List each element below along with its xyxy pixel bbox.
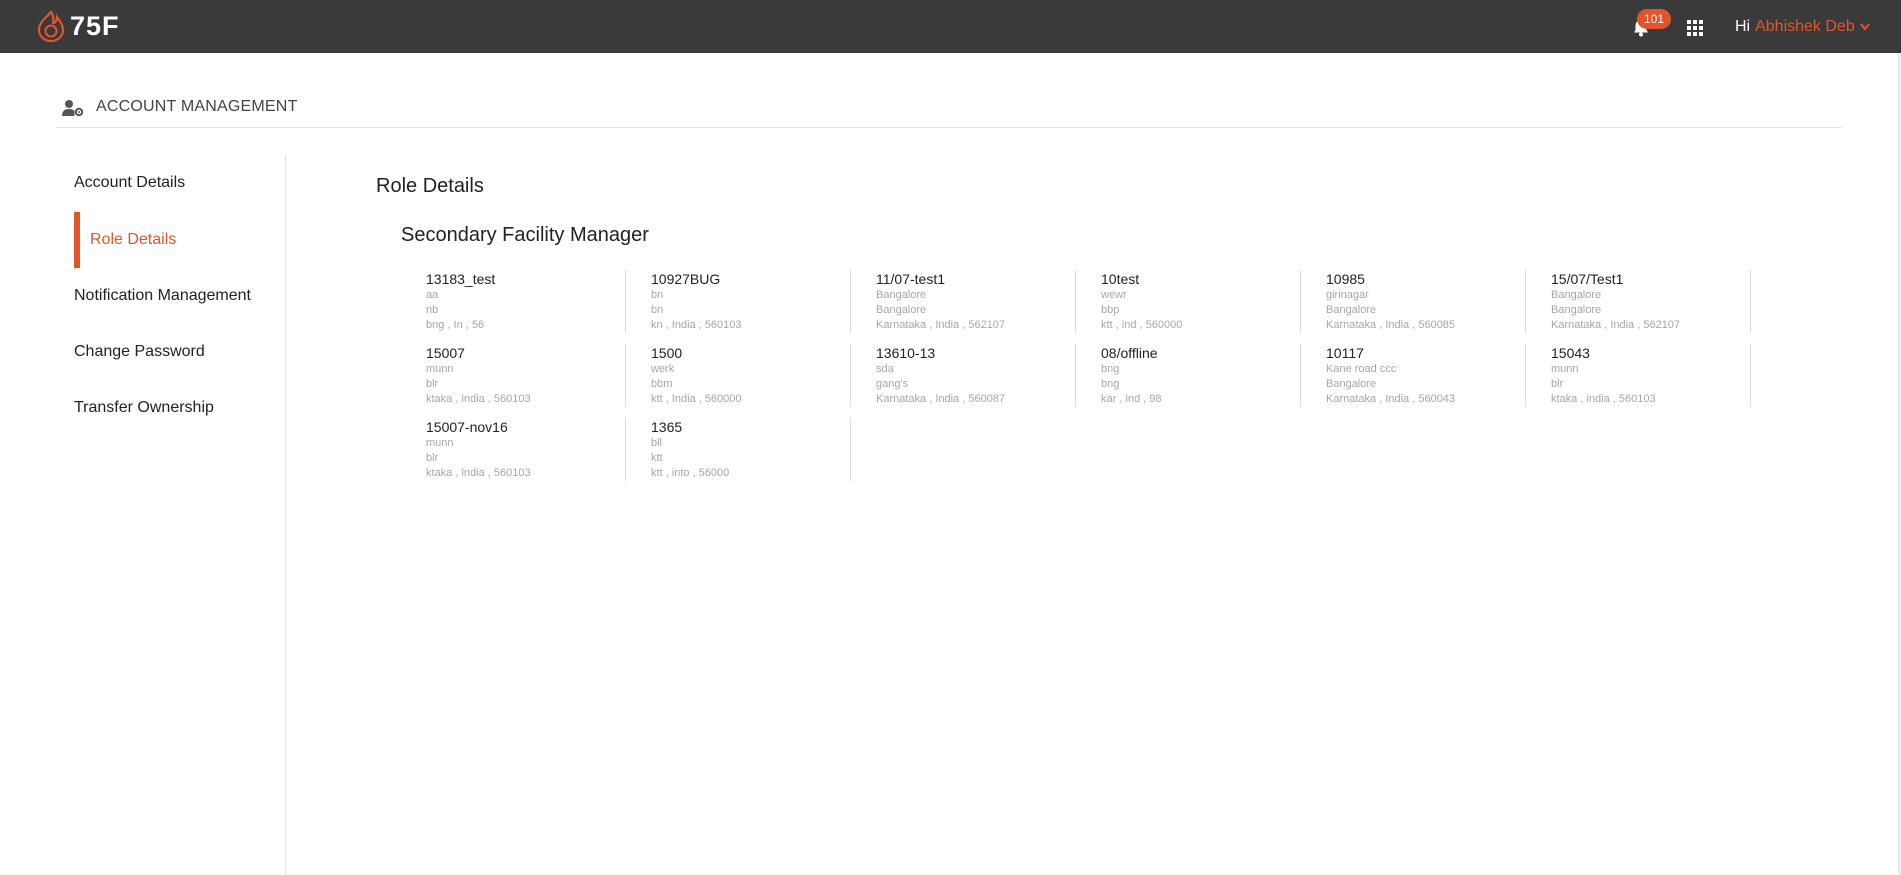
facility-address-line: ktt xyxy=(651,452,663,464)
facility-card: 13610-13 sda gang's Karnataka , India , … xyxy=(851,344,1076,407)
facility-address-line: kar , ind , 98 xyxy=(1101,393,1162,405)
active-indicator xyxy=(74,212,80,268)
facility-address-line: bng , In , 56 xyxy=(426,319,485,331)
page-title: ACCOUNT MANAGEMENT xyxy=(96,98,298,115)
facility-address-line: Kane road ccc xyxy=(1326,363,1397,375)
facility-card: 10985 girinagar Bangalore Karnataka , In… xyxy=(1301,270,1526,333)
facility-address-line: aa xyxy=(426,289,439,301)
role-title: Secondary Facility Manager xyxy=(401,224,649,246)
user-name[interactable]: Abhishek Deb xyxy=(1755,18,1855,36)
facility-address-line: bng xyxy=(1101,378,1120,390)
user-gear-icon xyxy=(62,99,84,122)
facility-address-line: Bangalore xyxy=(876,304,927,316)
user-menu[interactable]: Hi Abhishek Deb xyxy=(1735,18,1870,36)
greeting-text: Hi xyxy=(1735,18,1751,35)
facility-card: 10927BUG bn bn kn , India , 560103 xyxy=(626,270,851,333)
top-bar: 75F 101 Hi Abhishek Deb xyxy=(0,0,1901,53)
facility-name: 15007-nov16 xyxy=(426,419,508,435)
facility-address-line: girinagar xyxy=(1326,289,1369,301)
facility-name: 10117 xyxy=(1326,345,1364,361)
facility-grid: 13183_test aa nb bng , In , 56 10927BUG … xyxy=(401,270,1751,492)
sidebar-item-account-details[interactable]: Account Details xyxy=(74,174,185,192)
facility-name: 15007 xyxy=(426,345,465,361)
facility-address-line: blr xyxy=(1551,378,1564,390)
facility-address-line: gang's xyxy=(876,378,909,390)
section-title: Role Details xyxy=(376,175,484,197)
facility-address-line: ktaka , india , 560103 xyxy=(426,467,531,479)
sidebar-item-change-password[interactable]: Change Password xyxy=(74,343,205,361)
facility-address-line: Karnataka , India , 560085 xyxy=(1326,319,1456,331)
facility-name: 10927BUG xyxy=(651,271,721,287)
facility-address-line: sda xyxy=(876,363,894,375)
facility-address-line: blr xyxy=(426,452,439,464)
facility-name: 13610-13 xyxy=(876,345,936,361)
facility-card: 1365 bll ktt ktt , into , 56000 xyxy=(626,418,851,481)
sidebar-item-notification-management[interactable]: Notification Management xyxy=(74,287,251,305)
facility-address-line: bbp xyxy=(1101,304,1120,316)
logo-flame-icon xyxy=(36,10,66,42)
facility-address-line: Bangalore xyxy=(1326,378,1377,390)
sidebar-item-role-details[interactable]: Role Details xyxy=(90,231,176,249)
facility-card: 15007-nov16 munn blr ktaka , india , 560… xyxy=(401,418,626,481)
facility-name: 08/offline xyxy=(1101,345,1158,361)
logo[interactable]: 75F xyxy=(36,8,120,44)
facility-name: 10985 xyxy=(1326,271,1365,287)
facility-address-line: ktt , India , 560000 xyxy=(651,393,742,405)
facility-address-line: ktaka , india , 560103 xyxy=(1551,393,1656,405)
facility-address-line: Bangalore xyxy=(876,289,927,301)
facility-address-line: nb xyxy=(426,304,439,316)
facility-card: 15/07/Test1 Bangalore Bangalore Karnatak… xyxy=(1526,270,1751,333)
facility-address-line: ktt , into , 56000 xyxy=(651,467,730,479)
facility-address-line: Karnataka , India , 562107 xyxy=(1551,319,1681,331)
facility-card: 10test wewr bbp ktt , ind , 560000 xyxy=(1076,270,1301,333)
facility-address-line: wewr xyxy=(1101,289,1127,301)
facility-address-line: Bangalore xyxy=(1551,289,1602,301)
facility-address-line: Karnataka , India , 560043 xyxy=(1326,393,1456,405)
facility-address-line: munn xyxy=(426,363,454,375)
facility-name: 15043 xyxy=(1551,345,1590,361)
apps-grid-icon[interactable] xyxy=(1687,20,1703,36)
facility-card: 13183_test aa nb bng , In , 56 xyxy=(401,270,626,333)
chevron-down-icon[interactable] xyxy=(1859,20,1870,34)
page-header: ACCOUNT MANAGEMENT xyxy=(56,96,1842,128)
facility-address-line: kn , India , 560103 xyxy=(651,319,742,331)
facility-card: 15007 munn blr ktaka , india , 560103 xyxy=(401,344,626,407)
facility-address-line: munn xyxy=(1551,363,1579,375)
facility-card: 11/07-test1 Bangalore Bangalore Karnatak… xyxy=(851,270,1076,333)
facility-card: 15043 munn blr ktaka , india , 560103 xyxy=(1526,344,1751,407)
facility-card: 10117 Kane road ccc Bangalore Karnataka … xyxy=(1301,344,1526,407)
facility-card: 1500 werk bbm ktt , India , 560000 xyxy=(626,344,851,407)
facility-address-line: bll xyxy=(651,437,663,449)
facility-name: 10test xyxy=(1101,271,1140,287)
facility-address-line: bbm xyxy=(651,378,673,390)
facility-address-line: munn xyxy=(426,437,454,449)
facility-name: 1365 xyxy=(651,419,683,435)
notification-count-badge[interactable]: 101 xyxy=(1637,9,1671,29)
facility-address-line: Bangalore xyxy=(1551,304,1602,316)
facility-address-line: werk xyxy=(651,363,675,375)
facility-card: 08/offline bng bng kar , ind , 98 xyxy=(1076,344,1301,407)
sidebar: Account Details Role Details Notificatio… xyxy=(56,156,286,875)
facility-name: 15/07/Test1 xyxy=(1551,271,1624,287)
facility-address-line: blr xyxy=(426,378,439,390)
facility-address-line: bn xyxy=(651,304,664,316)
facility-address-line: bn xyxy=(651,289,664,301)
facility-name: 11/07-test1 xyxy=(876,271,946,287)
facility-address-line: bng xyxy=(1101,363,1120,375)
facility-name: 13183_test xyxy=(426,271,496,287)
facility-address-line: ktt , ind , 560000 xyxy=(1101,319,1183,331)
logo-text: 75F xyxy=(70,10,120,41)
facility-address-line: ktaka , india , 560103 xyxy=(426,393,531,405)
facility-address-line: Karnataka , India , 560087 xyxy=(876,393,1006,405)
facility-name: 1500 xyxy=(651,345,683,361)
facility-address-line: Bangalore xyxy=(1326,304,1377,316)
facility-address-line: Karnataka , India , 562107 xyxy=(876,319,1006,331)
sidebar-item-transfer-ownership[interactable]: Transfer Ownership xyxy=(74,399,214,417)
